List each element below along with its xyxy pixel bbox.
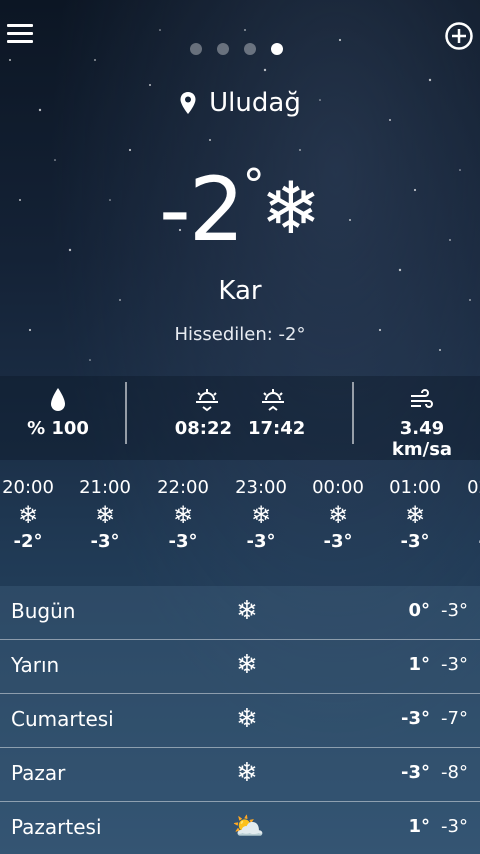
hour-time: 23:00 <box>235 477 287 498</box>
condition-text: Kar <box>218 276 262 306</box>
hour-temp: -3° <box>90 531 120 552</box>
sun-times-stat: 08:22 17:42 <box>170 386 310 439</box>
day-low: -3° <box>441 600 468 621</box>
add-circle-icon[interactable] <box>444 21 474 51</box>
hour-time: 00:00 <box>312 477 364 498</box>
partly-cloudy-icon: ⛅ <box>232 812 265 842</box>
humidity-value: % 100 <box>27 418 89 439</box>
hour-item: 23:00 ❄ -3° <box>222 476 300 554</box>
snowflake-icon: ❄ <box>172 501 194 529</box>
hourly-forecast[interactable]: 20:00 ❄ -2° 21:00 ❄ -3° 22:00 ❄ -3° 23:0… <box>0 476 480 568</box>
page-dot-3[interactable] <box>244 43 256 55</box>
snowflake-icon: ❄ <box>454 500 480 530</box>
snowflake-icon: ❄ <box>236 650 258 680</box>
hour-temp: -3° <box>246 531 276 552</box>
hour-item: 02:00 ❄ -3° <box>454 476 480 554</box>
page-indicator <box>190 43 283 55</box>
city-name: Uludağ <box>209 88 301 118</box>
page-dot-4-active[interactable] <box>271 43 283 55</box>
hour-item: 22:00 ❄ -3° <box>144 476 222 554</box>
top-bar <box>0 0 480 70</box>
sunrise-icon <box>196 389 218 412</box>
day-name: Bugün <box>11 599 76 623</box>
sunset-icon <box>262 389 284 411</box>
snowflake-icon: ❄ <box>327 501 349 529</box>
day-row[interactable]: Cumartesi ❄ -3° -7° <box>0 694 480 748</box>
temperature-value: -2 <box>158 158 245 261</box>
hour-time: 21:00 <box>79 477 131 498</box>
hour-temp: -3° <box>400 531 430 552</box>
day-low: -7° <box>441 708 468 729</box>
hour-item: 00:00 ❄ -3° <box>299 476 377 554</box>
day-row[interactable]: Yarın ❄ 1° -3° <box>0 640 480 694</box>
weather-stats-bar: % 100 08:22 17:42 3.49 km/sa <box>0 376 480 460</box>
day-high: 1° <box>408 816 430 837</box>
hour-item: 01:00 ❄ -3° <box>376 476 454 554</box>
divider <box>352 382 354 444</box>
location[interactable]: Uludağ <box>0 88 480 118</box>
day-name: Pazartesi <box>11 815 102 839</box>
hour-item: 20:00 ❄ -2° <box>0 476 67 554</box>
sunrise-time: 08:22 <box>174 418 232 439</box>
day-name: Pazar <box>11 761 66 785</box>
wind-icon <box>411 389 433 408</box>
snowflake-icon: ❄ <box>260 166 322 250</box>
day-row[interactable]: Pazar ❄ -3° -8° <box>0 748 480 802</box>
snowflake-icon: ❄ <box>17 501 39 529</box>
humidity-stat: % 100 <box>12 386 104 439</box>
day-name: Cumartesi <box>11 707 114 731</box>
hour-temp: -3° <box>454 530 480 554</box>
current-temperature: -2 ° ❄ <box>0 160 480 260</box>
water-drop-icon <box>51 388 65 411</box>
snowflake-icon: ❄ <box>250 501 272 529</box>
hour-temp: -3° <box>323 531 353 552</box>
divider <box>125 382 127 444</box>
day-row[interactable]: Pazartesi ⛅ 1° -3° <box>0 802 480 854</box>
hour-time: 22:00 <box>157 477 209 498</box>
hour-time: 02:00 <box>467 477 480 498</box>
day-high: -3° <box>401 762 430 783</box>
hour-temp: -3° <box>168 531 198 552</box>
feels-like-text: Hissedilen: -2° <box>174 324 306 345</box>
day-high: -3° <box>401 708 430 729</box>
page-dot-1[interactable] <box>190 43 202 55</box>
snowflake-icon: ❄ <box>236 596 258 626</box>
snowflake-icon: ❄ <box>236 758 258 788</box>
snowflake-icon: ❄ <box>236 704 258 734</box>
day-low: -8° <box>441 762 468 783</box>
snowflake-icon: ❄ <box>404 501 426 529</box>
snowflake-icon: ❄ <box>94 501 116 529</box>
page-dot-2[interactable] <box>217 43 229 55</box>
wind-speed: 3.49 km/sa <box>391 418 453 460</box>
hour-item: 21:00 ❄ -3° <box>66 476 144 554</box>
day-low: -3° <box>441 816 468 837</box>
daily-forecast[interactable]: Bugün ❄ 0° -3° Yarın ❄ 1° -3° Cumartesi … <box>0 586 480 854</box>
sunset-time: 17:42 <box>248 418 306 439</box>
hour-temp: -2° <box>13 531 43 552</box>
day-low: -3° <box>441 654 468 675</box>
hamburger-menu-icon[interactable] <box>7 24 33 44</box>
day-high: 1° <box>408 654 430 675</box>
hour-time: 20:00 <box>2 477 54 498</box>
location-pin-icon <box>180 92 196 114</box>
day-name: Yarın <box>11 653 60 677</box>
hour-time: 01:00 <box>389 477 441 498</box>
day-row[interactable]: Bugün ❄ 0° -3° <box>0 586 480 640</box>
wind-stat: 3.49 km/sa <box>368 386 476 460</box>
day-high: 0° <box>408 600 430 621</box>
